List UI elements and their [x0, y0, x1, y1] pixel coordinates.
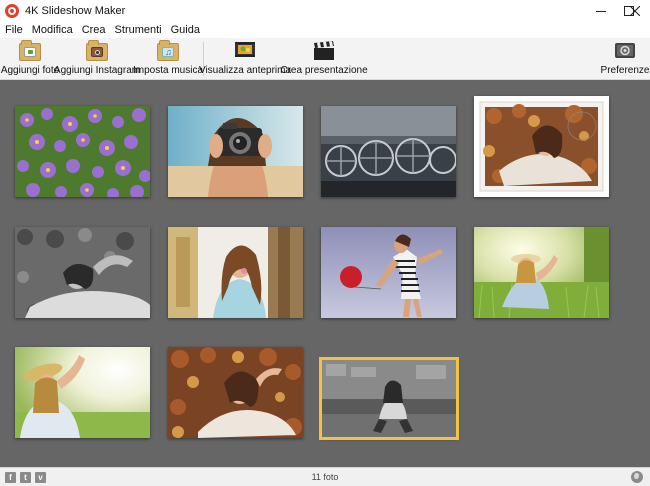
title-bar: 4K Slideshow Maker	[0, 0, 650, 22]
menu-crea[interactable]: Crea	[82, 24, 106, 36]
menu-strumenti[interactable]: Strumenti	[115, 24, 162, 36]
close-icon	[630, 6, 640, 16]
preferences-icon	[613, 40, 637, 62]
music-icon: ♫	[156, 40, 180, 62]
photo-thumbnail-2[interactable]	[168, 106, 303, 197]
photo-thumbnail-3[interactable]	[321, 106, 456, 197]
photo-thumbnail-9[interactable]	[15, 347, 150, 438]
menu-file[interactable]: File	[5, 24, 23, 36]
photo-thumbnail-1[interactable]	[15, 106, 150, 197]
preferences-label: Preferenze	[600, 65, 650, 76]
toolbar: Aggiungi foto Aggiungi Instagram ♫ Impos…	[0, 38, 650, 80]
preferences-button[interactable]: Preferenze	[600, 40, 650, 78]
preview-icon	[233, 40, 257, 62]
menu-modifica[interactable]: Modifica	[32, 24, 73, 36]
globe-icon[interactable]	[631, 471, 643, 483]
photo-thumbnail-11[interactable]	[319, 357, 459, 440]
photo-thumbnail-10[interactable]	[168, 347, 303, 438]
menu-bar: File Modifica Crea Strumenti Guida	[0, 22, 650, 38]
set-music-button[interactable]: ♫ Imposta musica	[133, 40, 203, 78]
photo-thumbnail-8[interactable]	[474, 227, 609, 318]
set-music-label: Imposta musica	[132, 65, 204, 76]
add-instagram-label: Aggiungi Instagram	[53, 65, 141, 76]
preview-button[interactable]: Visualizza anteprima	[199, 40, 291, 78]
photo-workspace	[0, 80, 650, 467]
preview-label: Visualizza anteprima	[198, 65, 292, 76]
add-photo-button[interactable]: Aggiungi foto	[1, 40, 59, 78]
add-photo-label: Aggiungi foto	[0, 65, 60, 76]
add-instagram-button[interactable]: Aggiungi Instagram	[54, 40, 140, 78]
add-photo-icon	[18, 40, 42, 62]
photo-count: 11 foto	[311, 472, 339, 482]
photo-thumbnail-6[interactable]	[168, 227, 303, 318]
add-instagram-icon	[85, 40, 109, 62]
photo-thumbnail-5[interactable]	[15, 227, 150, 318]
minimize-button[interactable]	[586, 0, 616, 22]
minimize-icon	[596, 11, 606, 12]
create-presentation-label: Crea presentazione	[280, 65, 368, 76]
create-presentation-button[interactable]: Crea presentazione	[280, 40, 368, 78]
photo-thumbnail-4[interactable]	[474, 96, 609, 197]
status-bar: f t v 11 foto	[0, 467, 650, 486]
window-title: 4K Slideshow Maker	[25, 5, 126, 17]
photo-thumbnail-7[interactable]	[321, 227, 456, 318]
menu-guida[interactable]: Guida	[171, 24, 200, 36]
app-logo-icon	[5, 4, 19, 18]
clapperboard-icon	[312, 40, 336, 62]
close-button[interactable]	[620, 0, 650, 22]
